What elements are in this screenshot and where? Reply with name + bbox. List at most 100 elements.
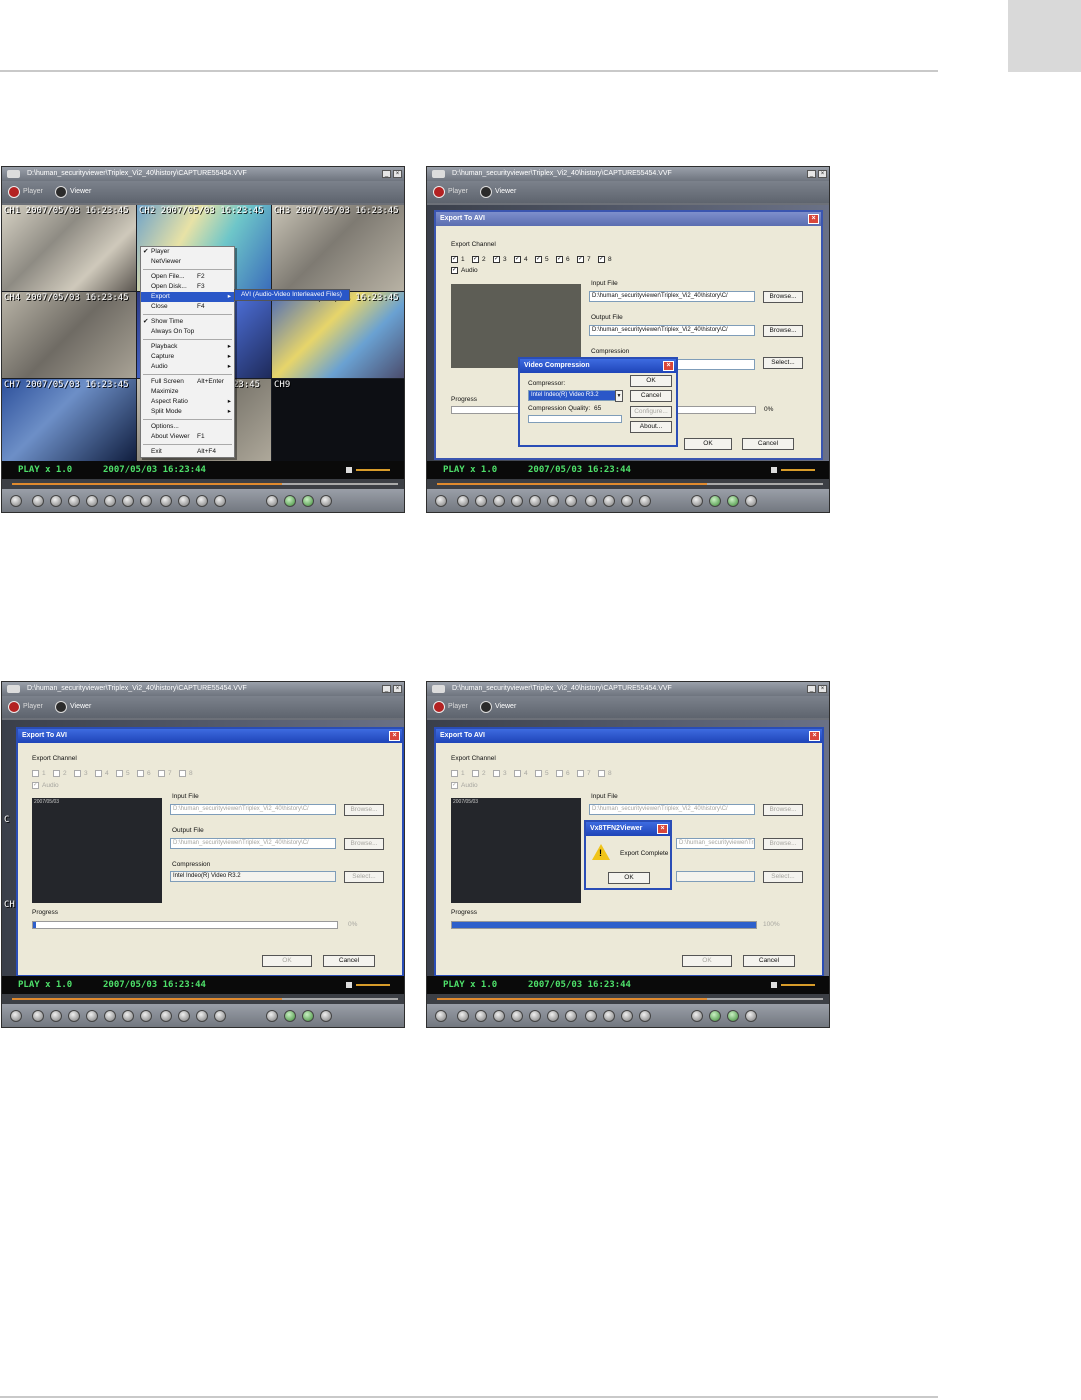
- print-icon[interactable]: [745, 1010, 757, 1022]
- first-icon[interactable]: [457, 1010, 469, 1022]
- minimize-icon[interactable]: _: [382, 685, 391, 693]
- last-icon[interactable]: [160, 495, 172, 507]
- vc-cancel-button[interactable]: Cancel: [630, 390, 672, 402]
- volume-slider[interactable]: [781, 984, 815, 986]
- first-icon[interactable]: [32, 495, 44, 507]
- split-4-icon[interactable]: [196, 495, 208, 507]
- record-icon[interactable]: [435, 1010, 447, 1022]
- play-icon[interactable]: [104, 1010, 116, 1022]
- camera-cell-3[interactable]: CH3 2007/05/03 16:23:45: [272, 205, 404, 291]
- tab-viewer[interactable]: Viewer: [70, 187, 91, 197]
- cancel-button[interactable]: Cancel: [743, 955, 795, 967]
- channel-checkbox-8[interactable]: ✓: [598, 256, 605, 263]
- menu-item-full-screen[interactable]: Full Screen Alt+Enter: [141, 377, 234, 387]
- menu-item-options[interactable]: Options...: [141, 422, 234, 432]
- viewer-mode-icon[interactable]: [55, 701, 67, 713]
- menu-item-maximize[interactable]: Maximize: [141, 387, 234, 397]
- next-frame-icon[interactable]: [140, 1010, 152, 1022]
- channel-checkbox-4[interactable]: [514, 770, 521, 777]
- close-icon[interactable]: ×: [809, 731, 820, 741]
- split-9-icon[interactable]: [639, 495, 651, 507]
- volume-slider[interactable]: [781, 469, 815, 471]
- vc-ok-button[interactable]: OK: [630, 375, 672, 387]
- player-mode-icon[interactable]: [433, 701, 445, 713]
- close-icon[interactable]: ×: [663, 361, 674, 371]
- snapshot-icon[interactable]: [727, 495, 739, 507]
- prev-frame-icon[interactable]: [475, 1010, 487, 1022]
- browse-output-button[interactable]: Browse...: [763, 838, 803, 850]
- camera-cell-6[interactable]: CH6 2007/05/03 16:23:45: [272, 292, 404, 378]
- prev-frame-icon[interactable]: [50, 1010, 62, 1022]
- channel-checkbox-5[interactable]: [116, 770, 123, 777]
- channel-checkbox-4[interactable]: [95, 770, 102, 777]
- last-icon[interactable]: [160, 1010, 172, 1022]
- split-9-icon[interactable]: [214, 1010, 226, 1022]
- zoom-in-icon[interactable]: [709, 495, 721, 507]
- split-16-icon[interactable]: [691, 1010, 703, 1022]
- play-icon[interactable]: [529, 495, 541, 507]
- speaker-icon[interactable]: [771, 982, 777, 988]
- record-icon[interactable]: [10, 1010, 22, 1022]
- volume-slider[interactable]: [356, 469, 390, 471]
- rewind-icon[interactable]: [493, 1010, 505, 1022]
- ok-button[interactable]: OK: [684, 438, 732, 450]
- prev-frame-icon[interactable]: [50, 495, 62, 507]
- zoom-in-icon[interactable]: [284, 1010, 296, 1022]
- snapshot-icon[interactable]: [302, 495, 314, 507]
- close-icon[interactable]: ×: [657, 824, 668, 834]
- channel-checkbox-2[interactable]: ✓: [472, 256, 479, 263]
- close-icon[interactable]: ×: [393, 685, 402, 693]
- zoom-in-icon[interactable]: [709, 1010, 721, 1022]
- channel-checkbox-1[interactable]: [451, 770, 458, 777]
- about-button[interactable]: About...: [630, 421, 672, 433]
- split-16-icon[interactable]: [691, 495, 703, 507]
- last-icon[interactable]: [585, 495, 597, 507]
- split-1-icon[interactable]: [178, 495, 190, 507]
- channel-checkbox-7[interactable]: [577, 770, 584, 777]
- select-button[interactable]: Select...: [763, 871, 803, 883]
- split-9-icon[interactable]: [214, 495, 226, 507]
- menu-item-show-time[interactable]: ✔ Show Time: [141, 317, 234, 327]
- pause-icon[interactable]: [86, 1010, 98, 1022]
- channel-checkbox-8[interactable]: [179, 770, 186, 777]
- tab-player[interactable]: Player: [23, 187, 43, 197]
- record-icon[interactable]: [10, 495, 22, 507]
- ok-button[interactable]: OK: [682, 955, 732, 967]
- cancel-button[interactable]: Cancel: [323, 955, 375, 967]
- ok-button[interactable]: OK: [262, 955, 312, 967]
- play-icon[interactable]: [529, 1010, 541, 1022]
- seek-bar[interactable]: [427, 994, 829, 1004]
- menu-item-exit[interactable]: Exit Alt+F4: [141, 447, 234, 457]
- menu-item-open-disk[interactable]: Open Disk... F3: [141, 282, 234, 292]
- first-icon[interactable]: [457, 495, 469, 507]
- split-1-icon[interactable]: [178, 1010, 190, 1022]
- prev-frame-icon[interactable]: [475, 495, 487, 507]
- forward-icon[interactable]: [122, 495, 134, 507]
- rewind-icon[interactable]: [68, 495, 80, 507]
- audio-checkbox[interactable]: ✓: [451, 782, 458, 789]
- split-4-icon[interactable]: [621, 495, 633, 507]
- channel-checkbox-2[interactable]: [472, 770, 479, 777]
- compression-field[interactable]: [676, 871, 755, 882]
- split-16-icon[interactable]: [266, 1010, 278, 1022]
- menu-item-export[interactable]: Export ▸: [141, 292, 234, 302]
- close-icon[interactable]: ×: [393, 170, 402, 178]
- tab-viewer[interactable]: Viewer: [495, 702, 516, 712]
- camera-cell-4[interactable]: CH4 2007/05/03 16:23:45: [2, 292, 136, 378]
- audio-checkbox[interactable]: ✓: [32, 782, 39, 789]
- channel-checkbox-3[interactable]: [74, 770, 81, 777]
- next-frame-icon[interactable]: [565, 1010, 577, 1022]
- speaker-icon[interactable]: [771, 467, 777, 473]
- seek-bar[interactable]: [2, 994, 404, 1004]
- camera-cell-9[interactable]: CH9: [272, 379, 404, 461]
- player-mode-icon[interactable]: [433, 186, 445, 198]
- seek-bar[interactable]: [2, 479, 404, 489]
- channel-checkbox-3[interactable]: [493, 770, 500, 777]
- channel-checkbox-5[interactable]: ✓: [535, 256, 542, 263]
- split-1-icon[interactable]: [603, 495, 615, 507]
- channel-checkbox-2[interactable]: [53, 770, 60, 777]
- channel-checkbox-6[interactable]: ✓: [556, 256, 563, 263]
- compression-field[interactable]: Intel Indeo(R) Video R3.2: [170, 871, 336, 882]
- minimize-icon[interactable]: _: [807, 170, 816, 178]
- forward-icon[interactable]: [122, 1010, 134, 1022]
